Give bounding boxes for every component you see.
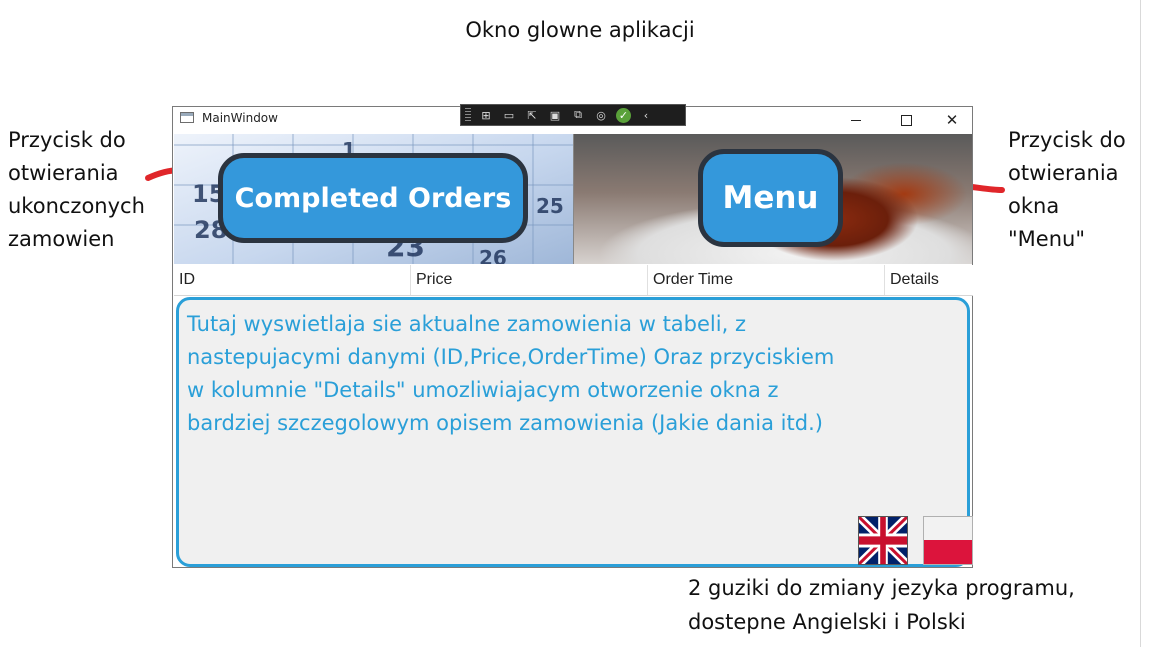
column-header-price[interactable]: Price [411, 265, 648, 295]
polish-language-button[interactable] [923, 516, 973, 565]
minimize-button[interactable] [833, 108, 879, 132]
live-tree-icon[interactable]: ⊞ [478, 108, 494, 122]
camera-icon[interactable]: ▭ [501, 108, 517, 122]
column-header-id[interactable]: ID [174, 265, 411, 295]
annotation-line: Przycisk do [1008, 128, 1126, 152]
calendar-number: 26 [479, 246, 507, 264]
hot-reload-icon[interactable]: ◎ [593, 108, 609, 122]
uk-flag-icon [857, 513, 909, 568]
annotation-line: "Menu" [1008, 227, 1085, 251]
orders-description-line: w kolumnie "Details" umozliwiajacym otwo… [187, 378, 779, 402]
annotation-language-buttons: 2 guziki do zmiany jezyka programu, dost… [688, 571, 1075, 639]
annotation-completed-orders: Przycisk do otwierania ukonczonych zamow… [8, 124, 145, 256]
orders-description-line: nastepujacymi danymi (ID,Price,OrderTime… [187, 345, 835, 369]
calendar-number: 25 [536, 194, 564, 218]
annotation-line: okna [1008, 194, 1060, 218]
poland-flag-icon [924, 517, 972, 564]
toolbar-grip-icon[interactable] [465, 108, 471, 122]
annotation-menu: Przycisk do otwierania okna "Menu" [1008, 124, 1126, 256]
title-bar[interactable]: MainWindow ⊞ ▭ ⇱ ▣ ⧉ ◎ ✓ ‹ ✕ [173, 104, 975, 133]
collapse-icon[interactable]: ‹ [638, 108, 654, 122]
check-status-icon[interactable]: ✓ [616, 107, 631, 123]
english-language-button[interactable] [857, 513, 909, 568]
annotation-line: otwierania [8, 161, 119, 185]
annotation-line: ukonczonych [8, 194, 145, 218]
orders-description-line: bardziej szczegolowym opisem zamowienia … [187, 411, 823, 435]
track-focus-icon[interactable]: ⧉ [570, 108, 586, 122]
orders-grid-header: ID Price Order Time Details [174, 265, 973, 296]
column-header-order-time[interactable]: Order Time [648, 265, 885, 295]
close-button[interactable]: ✕ [929, 108, 975, 132]
orders-description: Tutaj wyswietlaja sie aktualne zamowieni… [187, 308, 887, 440]
maximize-button[interactable] [883, 108, 929, 132]
select-element-icon[interactable]: ⇱ [524, 108, 540, 122]
annotation-line: zamowien [8, 227, 115, 251]
page-edge-line [1140, 0, 1141, 647]
main-window: MainWindow ⊞ ▭ ⇱ ▣ ⧉ ◎ ✓ ‹ ✕ 1 15 28 23 … [172, 104, 975, 568]
completed-orders-button[interactable]: Completed Orders [218, 153, 528, 243]
annotation-line: dostepne Angielski i Polski [688, 610, 966, 634]
orders-description-line: Tutaj wyswietlaja sie aktualne zamowieni… [187, 312, 746, 336]
annotation-line: otwierania [1008, 161, 1119, 185]
annotation-line: Przycisk do [8, 128, 126, 152]
xaml-debug-toolbar[interactable]: ⊞ ▭ ⇱ ▣ ⧉ ◎ ✓ ‹ [460, 104, 686, 126]
app-window-icon [180, 112, 194, 123]
layout-adorner-icon[interactable]: ▣ [547, 108, 563, 122]
annotation-line: 2 guziki do zmiany jezyka programu, [688, 576, 1075, 600]
window-title: MainWindow [202, 111, 278, 125]
page-title: Okno glowne aplikacji [465, 18, 695, 42]
orders-grid-body[interactable]: Tutaj wyswietlaja sie aktualne zamowieni… [176, 297, 973, 568]
menu-button[interactable]: Menu [698, 149, 843, 247]
column-header-details[interactable]: Details [885, 265, 973, 295]
